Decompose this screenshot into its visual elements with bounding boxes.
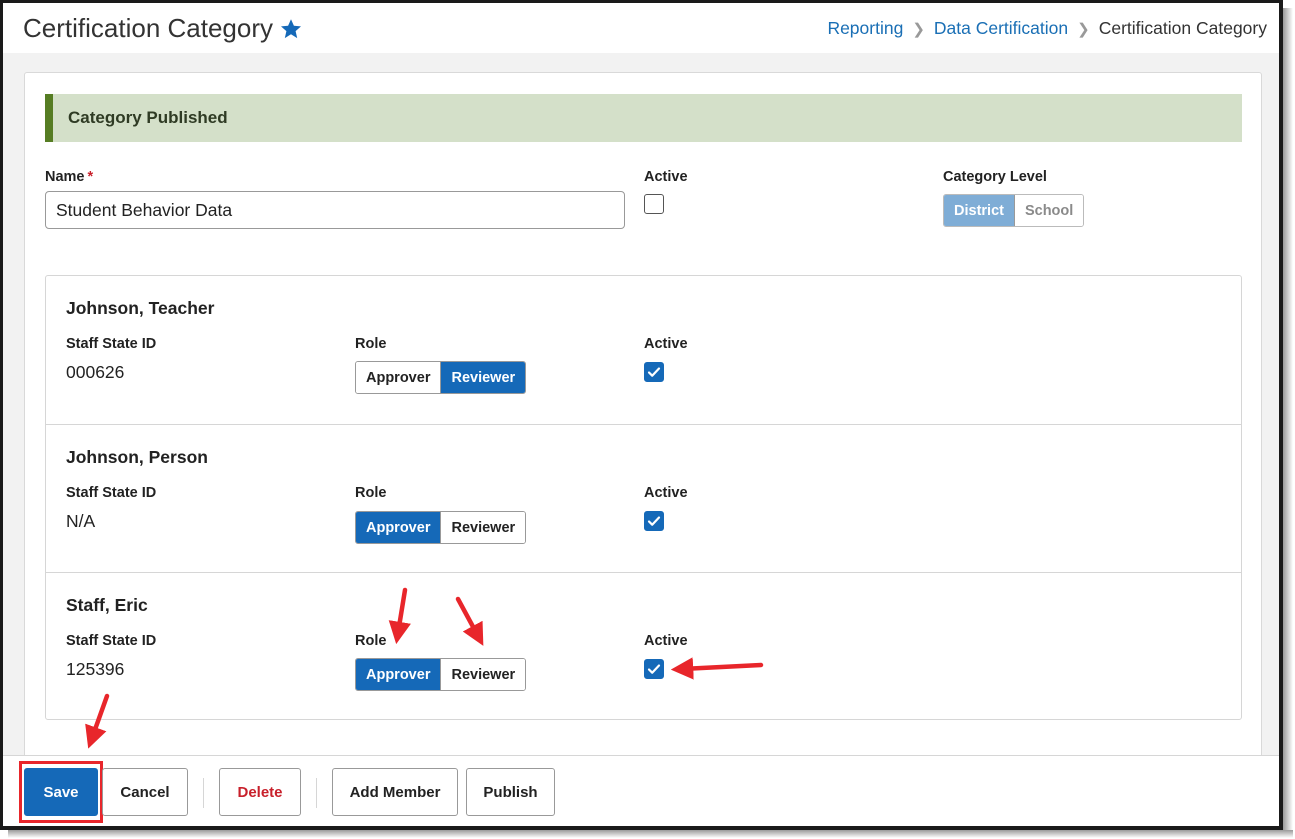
save-button[interactable]: Save xyxy=(24,768,98,816)
app-window: Certification Category Reporting ❯ Data … xyxy=(0,0,1283,830)
active-label: Active xyxy=(644,485,688,501)
member-name: Johnson, Teacher xyxy=(66,298,215,318)
staff-state-id-label: Staff State ID xyxy=(66,633,157,649)
member-active-checkbox[interactable] xyxy=(644,511,664,531)
staff-state-id-value: N/A xyxy=(66,511,96,531)
category-level-school[interactable]: School xyxy=(1013,195,1084,226)
category-level-district[interactable]: District xyxy=(944,195,1014,226)
role-label: Role xyxy=(355,633,387,649)
chevron-right-icon: ❯ xyxy=(1077,20,1090,38)
role-toggle: Approver Reviewer xyxy=(355,361,527,394)
status-banner: Category Published xyxy=(45,94,1242,142)
publish-button[interactable]: Publish xyxy=(466,768,555,816)
window-shadow xyxy=(8,830,1293,838)
member-active-checkbox[interactable] xyxy=(644,362,664,382)
chevron-right-icon: ❯ xyxy=(912,20,925,38)
breadcrumb-current: Certification Category xyxy=(1098,18,1267,38)
name-input[interactable] xyxy=(45,191,625,229)
member-active-checkbox[interactable] xyxy=(644,659,664,679)
window-shadow xyxy=(1283,8,1293,834)
staff-state-id-value: 125396 xyxy=(66,659,125,679)
banner-text: Category Published xyxy=(68,108,228,127)
name-label-text: Name xyxy=(45,169,85,185)
active-label: Active xyxy=(644,336,688,352)
role-reviewer-option[interactable]: Reviewer xyxy=(440,512,526,543)
page-header: Certification Category Reporting ❯ Data … xyxy=(3,3,1279,53)
action-bar: Save Cancel Delete Add Member Publish xyxy=(3,755,1279,826)
role-approver-option[interactable]: Approver xyxy=(356,512,441,543)
divider xyxy=(316,778,317,808)
role-reviewer-option[interactable]: Reviewer xyxy=(440,362,526,393)
member-name: Staff, Eric xyxy=(66,595,148,615)
checkmark-icon xyxy=(647,516,661,526)
members-list: Johnson, Teacher Staff State ID 000626 R… xyxy=(45,275,1242,720)
staff-state-id-label: Staff State ID xyxy=(66,485,157,501)
checkmark-icon xyxy=(647,664,661,674)
category-active-checkbox[interactable] xyxy=(644,194,664,214)
role-approver-option[interactable]: Approver xyxy=(356,659,441,690)
breadcrumb-data-certification[interactable]: Data Certification xyxy=(934,18,1068,39)
name-label: Name * xyxy=(45,169,93,185)
role-toggle: Approver Reviewer xyxy=(355,511,527,544)
breadcrumb-reporting[interactable]: Reporting xyxy=(827,18,903,39)
member-row: Johnson, Person Staff State ID N/A Role … xyxy=(46,424,1241,572)
member-row: Johnson, Teacher Staff State ID 000626 R… xyxy=(46,276,1241,424)
active-label: Active xyxy=(644,169,688,185)
role-label: Role xyxy=(355,336,387,352)
category-level-toggle: District School xyxy=(943,194,1085,227)
category-card: Category Published Name* Active Category… xyxy=(24,72,1262,792)
staff-state-id-value: 000626 xyxy=(66,362,125,382)
add-member-button[interactable]: Add Member xyxy=(332,768,458,816)
role-label: Role xyxy=(355,485,387,501)
role-reviewer-option[interactable]: Reviewer xyxy=(440,659,526,690)
role-approver-option[interactable]: Approver xyxy=(356,362,441,393)
category-level-label: Category Level xyxy=(943,169,1047,185)
member-name: Johnson, Person xyxy=(66,447,208,467)
cancel-button[interactable]: Cancel xyxy=(102,768,188,816)
role-toggle: Approver Reviewer xyxy=(355,658,527,691)
delete-button[interactable]: Delete xyxy=(219,768,301,816)
page-title: Certification Category xyxy=(23,13,273,43)
divider xyxy=(203,778,204,808)
breadcrumb: Reporting ❯ Data Certification ❯ Certifi… xyxy=(827,18,1267,39)
favorite-star-icon[interactable] xyxy=(279,17,303,41)
required-mark: * xyxy=(87,169,94,185)
staff-state-id-label: Staff State ID xyxy=(66,336,157,352)
member-row: Staff, Eric Staff State ID 125396 Role A… xyxy=(46,572,1241,720)
active-label: Active xyxy=(644,633,688,649)
checkmark-icon xyxy=(647,367,661,377)
